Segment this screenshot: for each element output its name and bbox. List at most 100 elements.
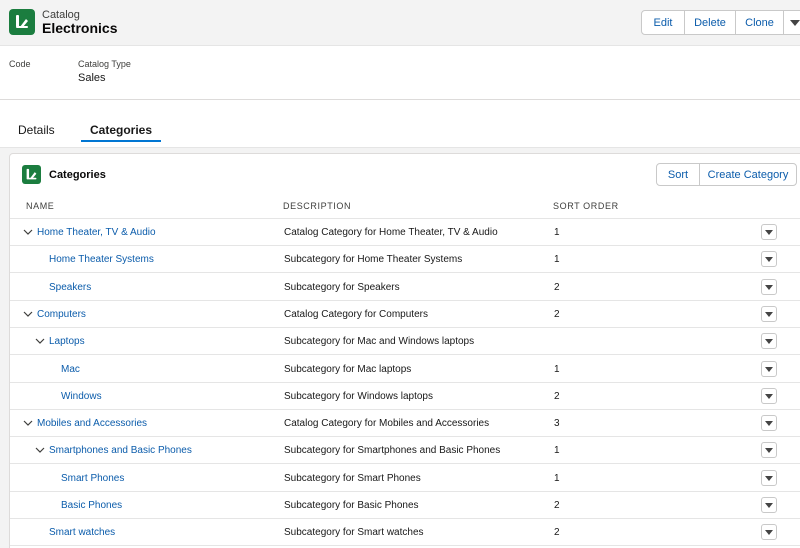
record-header: Catalog Electronics Edit Delete Clone Co… (0, 0, 800, 100)
category-sort-order: 2 (554, 281, 560, 293)
row-actions-menu-button[interactable] (761, 305, 777, 322)
table-row: Smartphones and Basic Phones Subcategory … (10, 437, 800, 465)
category-sort-order: 1 (554, 363, 560, 375)
table-row: Windows Subcategory for Windows laptops 2 (10, 382, 800, 410)
chevron-down-icon (790, 19, 800, 26)
category-name-link[interactable]: Basic Phones (61, 500, 122, 511)
categories-list-icon (22, 165, 41, 184)
catalog-type-field-label: Catalog Type (78, 59, 131, 69)
tree-toggle-chevron-down-icon[interactable] (22, 226, 34, 238)
row-actions-menu-button[interactable] (761, 224, 777, 240)
edit-button[interactable]: Edit (641, 10, 685, 35)
category-description: Catalog Category for Home Theater, TV & … (284, 227, 498, 238)
category-name-link[interactable]: Computers (37, 309, 86, 320)
category-sort-order: 2 (554, 390, 560, 402)
record-header-top: Catalog Electronics Edit Delete Clone (0, 0, 800, 46)
category-sort-order: 2 (554, 527, 560, 539)
category-description: Catalog Category for Computers (284, 308, 428, 320)
create-category-button[interactable]: Create Category (699, 163, 797, 186)
tree-toggle-chevron-down-icon[interactable] (22, 417, 34, 429)
chevron-down-icon (765, 475, 773, 481)
category-name-link[interactable]: Mac (61, 364, 80, 375)
table-row: Computers Catalog Category for Computers 2 (10, 300, 800, 328)
category-description: Subcategory for Mac and Windows laptops (284, 336, 475, 348)
category-description: Subcategory for Basic Phones (284, 500, 419, 511)
chevron-down-icon (765, 366, 773, 372)
category-sort-order: 2 (554, 308, 560, 320)
table-row: Smart Phones Subcategory for Smart Phones… (10, 464, 800, 492)
category-sort-order: 1 (554, 227, 560, 238)
clone-button[interactable]: Clone (735, 10, 784, 35)
row-actions-menu-button[interactable] (761, 415, 777, 432)
table-row: Home Theater Systems Subcategory for Home… (10, 246, 800, 274)
row-actions-menu-button[interactable] (761, 497, 777, 513)
row-actions-menu-button[interactable] (761, 387, 777, 404)
category-name-link[interactable]: Home Theater, TV & Audio (37, 227, 156, 238)
category-description: Subcategory for Smart Phones (284, 472, 421, 484)
table-row: Speakers Subcategory for Speakers 2 (10, 273, 800, 301)
chevron-down-icon (765, 393, 773, 399)
chevron-down-icon (765, 448, 773, 454)
sort-button[interactable]: Sort (656, 163, 700, 186)
category-name-link[interactable]: Windows (61, 391, 102, 402)
category-name-link[interactable]: Smart Phones (61, 473, 124, 484)
category-description: Subcategory for Speakers (284, 281, 400, 293)
related-list-title: Categories (49, 169, 106, 181)
row-actions-menu-button[interactable] (761, 442, 777, 459)
category-sort-order: 1 (554, 472, 560, 484)
chevron-down-icon (765, 257, 773, 263)
category-name-link[interactable]: Laptops (49, 336, 85, 347)
chevron-down-icon (765, 284, 773, 290)
tree-toggle-chevron-down-icon[interactable] (34, 335, 46, 347)
chevron-down-icon (765, 230, 773, 235)
category-name-link[interactable]: Home Theater Systems (49, 254, 154, 265)
code-field-label: Code (9, 59, 31, 69)
category-description: Subcategory for Mac laptops (284, 363, 412, 375)
column-header-sort-order[interactable]: SORT ORDER (553, 201, 619, 211)
category-description: Subcategory for Windows laptops (284, 390, 433, 402)
column-header-description[interactable]: DESCRIPTION (283, 201, 351, 211)
active-tab-indicator (81, 140, 161, 142)
table-row: Laptops Subcategory for Mac and Windows l… (10, 328, 800, 356)
table-header: NAME DESCRIPTION SORT ORDER (10, 194, 800, 219)
tree-toggle-chevron-down-icon[interactable] (34, 444, 46, 456)
column-header-name[interactable]: NAME (26, 201, 54, 211)
chevron-down-icon (765, 530, 773, 536)
tab-categories[interactable]: Categories (90, 123, 152, 137)
row-actions-menu-button[interactable] (761, 278, 777, 295)
record-title: Electronics (42, 20, 118, 36)
row-actions-menu-button[interactable] (761, 469, 777, 486)
category-description: Subcategory for Smart watches (284, 527, 424, 539)
category-description: Catalog Category for Mobiles and Accesso… (284, 418, 490, 430)
category-name-link[interactable]: Smartphones and Basic Phones (49, 445, 192, 456)
related-list-actions: Sort Create Category (656, 163, 797, 186)
chevron-down-icon (765, 421, 773, 427)
chevron-down-icon (765, 503, 773, 508)
table-row: Basic Phones Subcategory for Basic Phones… (10, 492, 800, 519)
category-name-link[interactable]: Smart watches (49, 527, 115, 538)
chevron-down-icon (765, 339, 773, 345)
more-actions-button[interactable] (783, 10, 800, 35)
tab-details[interactable]: Details (18, 123, 55, 137)
catalog-icon (9, 9, 35, 35)
category-description: Subcategory for Smartphones and Basic Ph… (284, 445, 501, 457)
category-name-link[interactable]: Mobiles and Accessories (37, 418, 147, 429)
row-actions-menu-button[interactable] (761, 524, 777, 541)
table-row: Mobiles and Accessories Catalog Category … (10, 410, 800, 438)
category-name-link[interactable]: Speakers (49, 282, 91, 293)
category-sort-order: 2 (554, 500, 560, 511)
category-sort-order: 3 (554, 418, 560, 430)
table-row: Smart watches Subcategory for Smart watch… (10, 519, 800, 547)
catalog-type-field-value: Sales (78, 72, 106, 84)
row-actions-menu-button[interactable] (761, 251, 777, 268)
category-description: Subcategory for Home Theater Systems (284, 254, 463, 266)
tree-toggle-chevron-down-icon[interactable] (22, 308, 34, 320)
row-actions-menu-button[interactable] (761, 360, 777, 377)
row-actions-menu-button[interactable] (761, 333, 777, 350)
record-actions: Edit Delete Clone (641, 10, 800, 35)
category-sort-order: 1 (554, 445, 560, 457)
table-row: Mac Subcategory for Mac laptops 1 (10, 355, 800, 383)
delete-button[interactable]: Delete (684, 10, 736, 35)
category-sort-order: 1 (554, 254, 560, 266)
chevron-down-icon (765, 311, 773, 317)
